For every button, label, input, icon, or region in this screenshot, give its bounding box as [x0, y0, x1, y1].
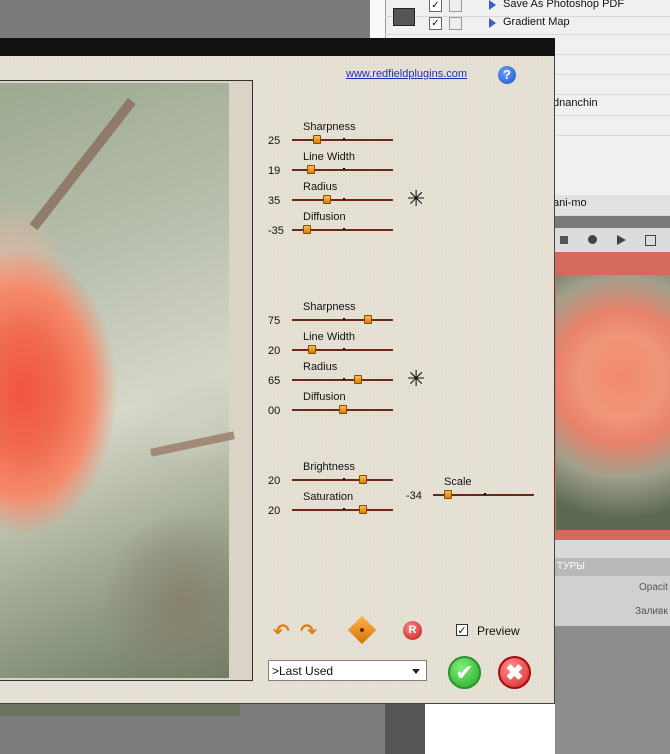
slider-center-tick — [342, 198, 345, 200]
cancel-button[interactable]: ✖ — [498, 656, 531, 689]
slider-value: 25 — [268, 135, 281, 147]
slider-thumb[interactable] — [444, 490, 453, 499]
star-icon[interactable]: ✳ — [407, 369, 425, 391]
preview-checkbox[interactable]: ✓ — [456, 624, 468, 637]
action-label: Gradient Map — [503, 16, 570, 28]
slider-center-tick — [342, 168, 345, 170]
slider-thumb[interactable] — [363, 315, 372, 324]
slider-label: Diffusion — [303, 211, 346, 223]
preview-image[interactable] — [0, 83, 229, 678]
slider-value: 00 — [268, 405, 281, 417]
layers-tab[interactable]: ТУРЫ — [555, 558, 670, 576]
slider-thumb[interactable] — [353, 375, 362, 384]
slider-center-tick — [342, 508, 345, 510]
preview-label: Preview — [477, 624, 520, 638]
record-icon[interactable] — [588, 235, 597, 244]
slider-value: 65 — [268, 375, 281, 387]
action-row[interactable]: ✓ Gradient Map — [385, 14, 670, 35]
action-label: ani-mo — [553, 197, 587, 209]
help-button[interactable]: ? — [498, 66, 516, 84]
slider-thumb[interactable] — [313, 135, 322, 144]
dialog-title-bar[interactable] — [0, 38, 555, 56]
actions-playback-bar — [555, 228, 670, 253]
expand-triangle-icon[interactable] — [489, 0, 496, 10]
slider-value: 19 — [268, 165, 281, 177]
slider-thumb[interactable] — [323, 195, 332, 204]
navigator-thumbnail — [556, 275, 670, 530]
star-icon[interactable]: ✳ — [407, 189, 425, 211]
image-thumbnail-icon — [393, 8, 415, 26]
slider-center-tick — [342, 378, 345, 380]
slider-value: -35 — [268, 225, 284, 237]
slider-label: Radius — [303, 361, 338, 373]
slider-label: Line Width — [303, 151, 355, 163]
action-label: dnanchin — [553, 97, 598, 109]
slider-thumb[interactable] — [358, 505, 367, 514]
workspace-white-area — [425, 704, 555, 754]
slider-center-tick — [342, 478, 345, 480]
workspace-gap — [385, 704, 425, 754]
slider-thumb[interactable] — [338, 405, 347, 414]
slider-center-tick — [342, 318, 345, 320]
stop-icon[interactable] — [560, 236, 568, 244]
action-label: Save As Photoshop PDF — [503, 0, 625, 10]
play-icon[interactable] — [617, 235, 626, 245]
document-edge — [0, 704, 240, 716]
preset-dropdown-value: >Last Used — [272, 664, 334, 678]
slider-center-tick — [342, 348, 345, 350]
action-dialog-toggle[interactable] — [449, 17, 462, 30]
slider-center-tick — [342, 138, 345, 140]
background-strip — [370, 0, 385, 40]
slider-value: 75 — [268, 315, 281, 327]
slider-label: Diffusion — [303, 391, 346, 403]
slider-label: Scale — [444, 476, 472, 488]
slider-thumb[interactable] — [358, 475, 367, 484]
new-set-icon[interactable] — [645, 235, 656, 246]
slider-label: Saturation — [303, 491, 354, 503]
slider-label: Radius — [303, 181, 338, 193]
slider-value: 20 — [268, 345, 281, 357]
slider-label: Sharpness — [303, 121, 356, 133]
opacity-label: Opacit — [639, 582, 668, 593]
layers-list — [555, 626, 670, 754]
slider-label: Line Width — [303, 331, 355, 343]
slider-thumb[interactable] — [303, 225, 312, 234]
action-toggle-checkbox[interactable]: ✓ — [429, 17, 442, 30]
action-dialog-toggle[interactable] — [449, 0, 462, 12]
action-toggle-checkbox[interactable]: ✓ — [429, 0, 442, 12]
ok-button[interactable]: ✔ — [448, 656, 481, 689]
chevron-down-icon[interactable] — [412, 669, 420, 674]
navigator-zoom-bar[interactable] — [555, 540, 670, 558]
fill-label: Заливк — [635, 606, 668, 617]
slider-label: Sharpness — [303, 301, 356, 313]
slider-value: -34 — [406, 490, 422, 502]
undo-icon[interactable]: ↶ — [273, 619, 290, 643]
reset-icon[interactable]: R — [403, 621, 422, 640]
slider-label: Brightness — [303, 461, 355, 473]
layers-options: Opacit Заливк — [555, 576, 670, 626]
redo-icon[interactable]: ↷ — [300, 619, 317, 643]
slider-thumb[interactable] — [308, 345, 317, 354]
expand-triangle-icon[interactable] — [489, 18, 496, 28]
slider-value: 35 — [268, 195, 281, 207]
slider-thumb[interactable] — [307, 165, 316, 174]
slider-center-tick — [342, 228, 345, 230]
slider-value: 20 — [268, 475, 281, 487]
slider-center-tick — [483, 493, 486, 495]
slider-value: 20 — [268, 505, 281, 517]
website-link[interactable]: www.redfieldplugins.com — [346, 68, 467, 80]
layers-tab-label: ТУРЫ — [557, 561, 585, 572]
randomize-icon-dot — [360, 628, 364, 632]
